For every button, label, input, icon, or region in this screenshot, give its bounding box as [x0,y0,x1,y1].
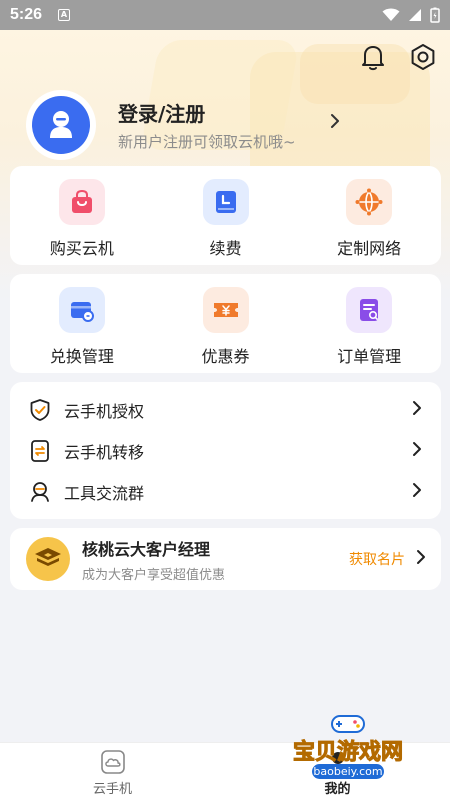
coupon-icon [202,287,249,333]
account-manager-card[interactable]: 核桃云大客户经理 成为大客户享受超值优惠 获取名片 [10,528,441,590]
battery-icon [430,7,440,23]
order-management-button[interactable]: 订单管理 [297,274,441,373]
chevron-right-icon [415,549,427,569]
grid-item-label: 购买云机 [49,239,114,258]
renew-button[interactable]: 续费 [154,166,298,265]
redeem-management-button[interactable]: 兑换管理 [10,274,154,373]
order-list-icon [346,287,393,333]
login-register-link[interactable]: 登录/注册 [118,98,205,127]
list-item-label: 工具交流群 [64,483,145,503]
wifi-icon [382,8,400,21]
signal-icon [409,9,421,21]
grid-item-label: 订单管理 [337,347,402,366]
shield-check-icon [28,398,52,422]
management-card: 兑换管理 优惠券 订单管理 [10,274,441,373]
grid-item-label: 优惠券 [201,347,250,366]
shopping-bag-icon [58,179,105,225]
vip-badge-icon [26,537,70,581]
network-globe-icon [346,179,393,225]
chevron-right-icon [411,482,423,502]
get-business-card-link[interactable]: 获取名片 [349,549,405,569]
custom-network-button[interactable]: 定制网络 [297,166,441,265]
quick-actions-card: 购买云机 续费 定制网络 [10,166,441,265]
login-promo-text: 新用户注册可领取云机哦~ [118,133,296,151]
settings-list-card: 云手机授权 云手机转移 工具交流群 [10,382,441,519]
user-avatar-icon [32,96,90,154]
cloud-phone-icon [100,750,125,774]
status-time: 5:26 [10,6,43,23]
buy-cloud-phone-button[interactable]: 购买云机 [10,166,154,265]
list-item-authorize[interactable]: 云手机授权 [10,389,441,430]
notification-icon: A [58,9,71,21]
watermark-title: 宝贝游戏网 [292,740,403,766]
grid-item-label: 兑换管理 [49,347,114,366]
transfer-icon [28,439,52,463]
watermark-url: baobeiy.com [312,764,384,779]
nav-label: 云手机 [92,782,132,797]
renew-clock-icon [202,179,249,225]
settings-icon[interactable] [408,42,438,72]
chevron-right-icon [411,400,423,420]
list-item-transfer[interactable]: 云手机转移 [10,430,441,471]
list-item-label: 云手机转移 [64,442,145,462]
header-actions [358,42,438,72]
manager-subtitle: 成为大客户享受超值优惠 [82,567,226,583]
redeem-card-icon [58,287,105,333]
status-bar: 5:26 A [0,0,450,30]
manager-title: 核桃云大客户经理 [82,539,211,559]
nav-cloud-phone[interactable]: 云手机 [0,743,225,800]
avatar[interactable] [26,90,96,160]
grid-item-label: 定制网络 [337,239,402,258]
list-item-tool-group[interactable]: 工具交流群 [10,471,441,512]
chevron-right-icon[interactable] [328,112,342,134]
bell-icon[interactable] [358,42,388,72]
list-item-label: 云手机授权 [64,401,145,421]
coupon-button[interactable]: 优惠券 [154,274,298,373]
watermark-logo: 宝贝游戏网 baobeiy.com [278,712,418,800]
chevron-right-icon [411,441,423,461]
gamepad-icon [331,715,365,733]
chat-group-icon [28,480,52,504]
grid-item-label: 续费 [209,239,242,258]
